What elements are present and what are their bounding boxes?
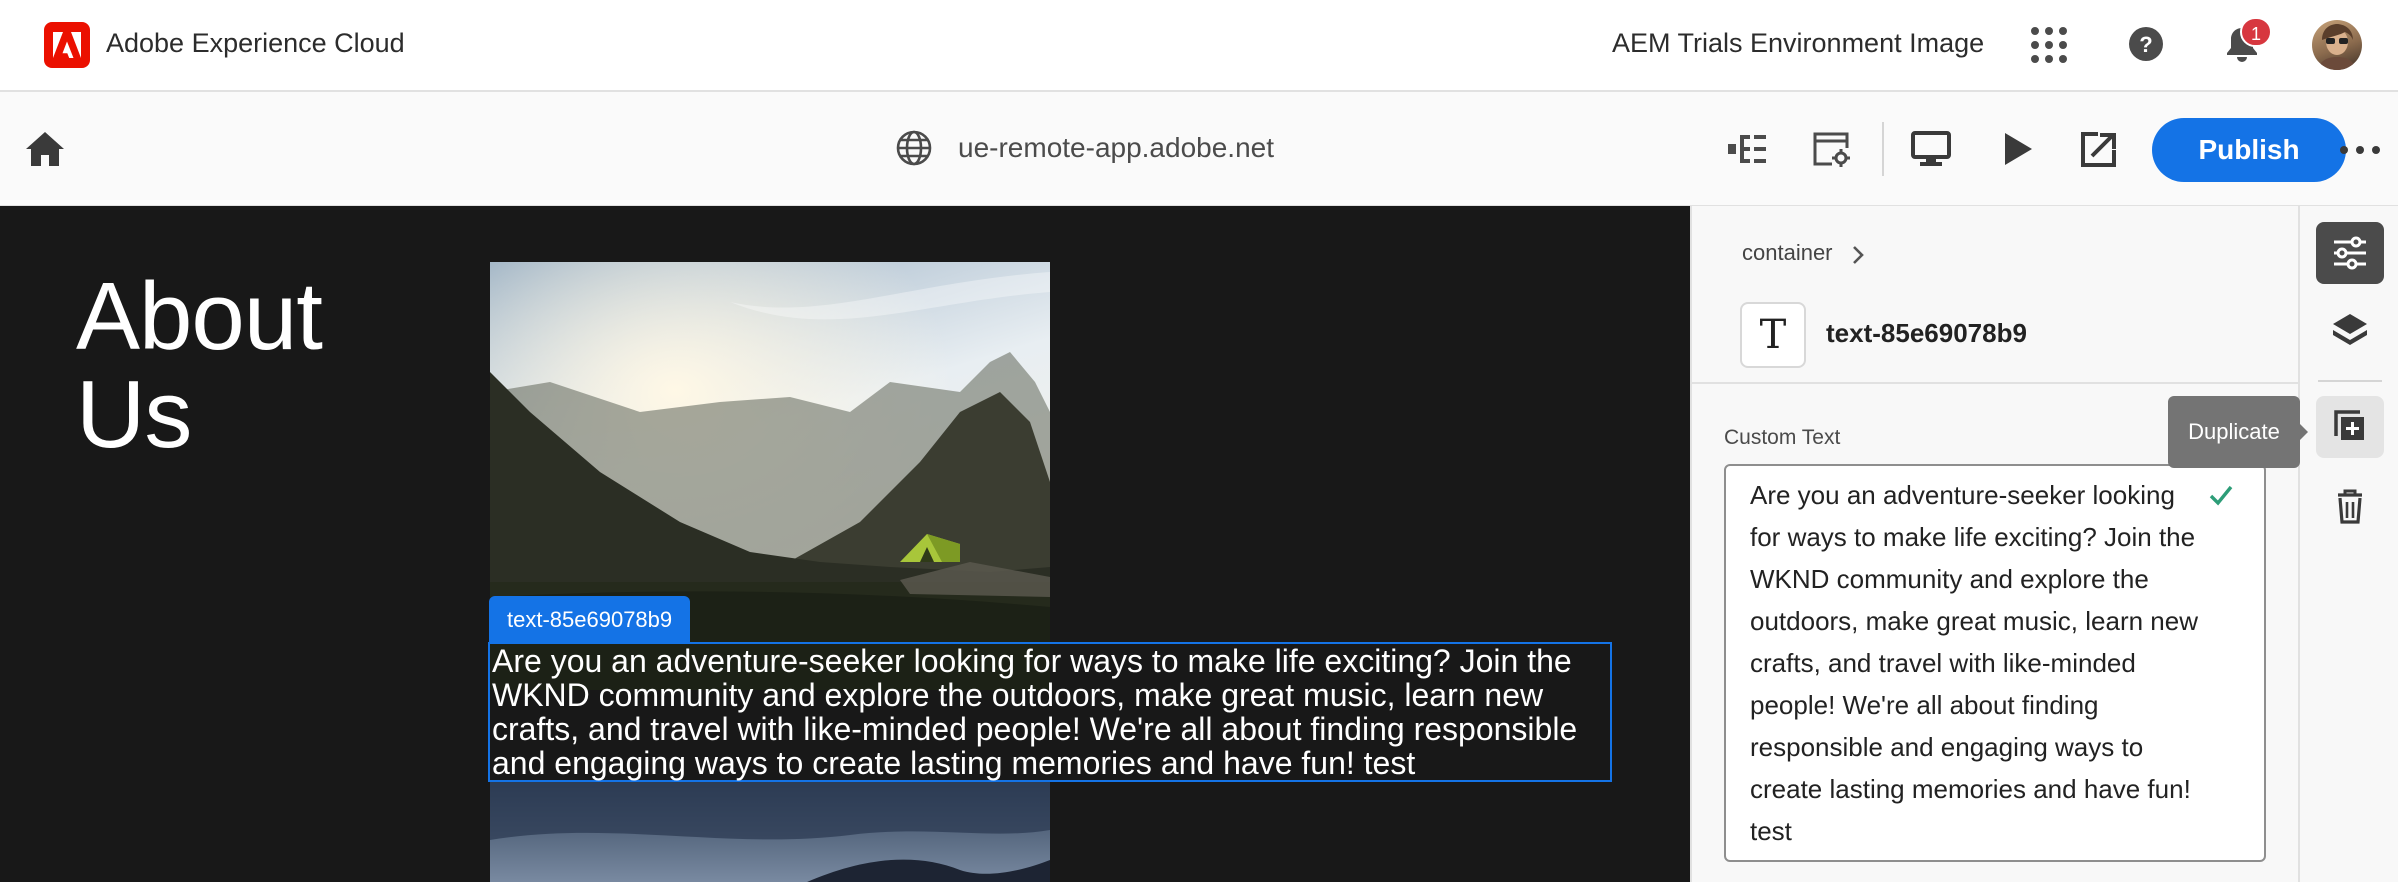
rail-divider [2318,380,2382,382]
right-rail [2298,206,2398,882]
avatar[interactable] [2312,20,2362,70]
cloudy-landscape-image[interactable] [490,780,1050,882]
selected-text-component[interactable]: Are you an adventure-seeker looking for … [488,642,1612,782]
panel-divider [1692,382,2300,384]
checkmark-icon [2209,485,2233,506]
help-icon[interactable]: ? [2126,24,2166,64]
notification-badge: 1 [2240,17,2272,47]
page-properties-icon[interactable] [1810,128,1852,170]
environment-name[interactable]: AEM Trials Environment Image [1612,28,1984,59]
custom-text-value[interactable]: Are you an adventure-seeker looking for … [1750,474,2210,852]
custom-text-label: Custom Text [1724,426,1841,449]
open-in-new-icon[interactable] [2078,128,2120,170]
text-type-glyph: T [1759,312,1787,358]
page-url[interactable]: ue-remote-app.adobe.net [958,132,1274,164]
page-canvas[interactable]: About Us text-85e69078b9 Are you an adve… [0,206,1690,882]
content-tree-icon[interactable] [1726,128,1768,170]
heading-line-2: Us [76,360,192,468]
delete-icon [2338,489,2362,524]
svg-text:?: ? [2139,32,2152,57]
toolbar-divider [1882,122,1884,176]
apps-grid-icon[interactable] [2030,26,2068,64]
home-icon[interactable] [22,128,68,170]
properties-icon [2334,236,2366,270]
breadcrumb[interactable]: container [1742,240,1833,266]
properties-panel: container T text-85e69078b9 Custom Text … [1690,206,2300,882]
shell-bar: Adobe Experience Cloud AEM Trials Enviro… [0,0,2398,92]
properties-rail-button[interactable] [2316,222,2384,284]
preview-icon[interactable] [1996,128,2038,170]
delete-rail-button[interactable] [2316,476,2384,538]
chevron-right-icon [1853,246,1864,264]
about-heading[interactable]: About Us [76,268,323,464]
globe-icon [896,130,932,166]
duplicate-tooltip: Duplicate [2168,396,2300,468]
publish-button[interactable]: Publish [2152,118,2346,182]
component-name: text-85e69078b9 [1826,318,2027,348]
heading-line-1: About [76,263,323,370]
selected-component-label[interactable]: text-85e69078b9 [489,596,691,644]
adobe-logo-icon[interactable] [44,22,90,68]
custom-text-field[interactable]: Are you an adventure-seeker looking for … [1724,464,2266,862]
editor-toolbar: ue-remote-app.adobe.net Publish [0,92,2398,206]
text-component-icon: T [1740,302,1806,368]
duplicate-icon [2334,410,2364,440]
product-name[interactable]: Adobe Experience Cloud [106,28,405,59]
layers-rail-button[interactable] [2316,300,2384,362]
tooltip-arrow [2298,422,2308,442]
duplicate-rail-button[interactable] [2316,396,2384,458]
desktop-icon[interactable] [1910,128,1952,170]
layers-icon [2333,314,2367,345]
more-icon[interactable] [2330,130,2390,170]
